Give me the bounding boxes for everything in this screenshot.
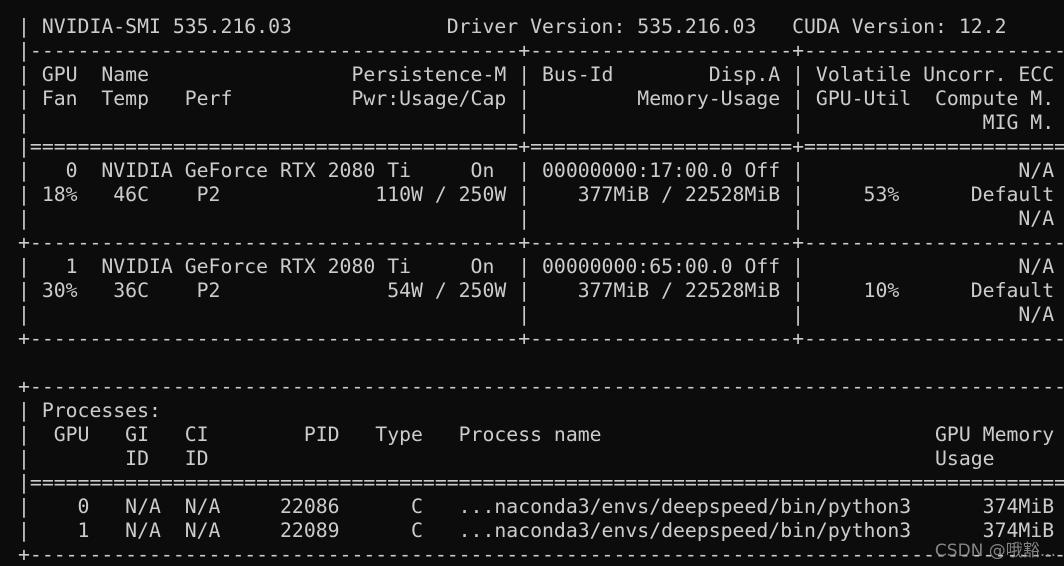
terminal-output[interactable]: | NVIDIA-SMI 535.216.03 Driver Version: …	[18, 15, 1064, 566]
processes-double-separator: |=======================================…	[18, 471, 1064, 494]
process-row: | 0 N/A N/A 22086 C ...naconda3/envs/dee…	[18, 495, 1064, 518]
smi-header-line: | NVIDIA-SMI 535.216.03 Driver Version: …	[18, 15, 1064, 38]
gpu0-row2: | 18% 46C P2 110W / 250W | 377MiB / 2252…	[18, 183, 1064, 206]
csdn-watermark: CSDN @哦豁...	[934, 541, 1056, 561]
gpu-column-headers-row2: | Fan Temp Perf Pwr:Usage/Cap | Memory-U…	[18, 87, 1064, 110]
gpu0-row1: | 0 NVIDIA GeForce RTX 2080 Ti On | 0000…	[18, 159, 1064, 182]
table-separator: +---------------------------------------…	[18, 231, 1064, 254]
gpu-column-headers-row1: | GPU Name Persistence-M | Bus-Id Disp.A…	[18, 63, 1064, 86]
header-double-separator: |=======================================…	[18, 135, 1064, 158]
process-row: | 1 N/A N/A 22089 C ...naconda3/envs/dee…	[18, 519, 1064, 542]
table-separator: |---------------------------------------…	[18, 39, 1064, 62]
gpu-column-headers-row3: | | | MIG M. |	[18, 111, 1064, 134]
table-separator: +---------------------------------------…	[18, 327, 1064, 350]
processes-top-border: +---------------------------------------…	[18, 375, 1064, 398]
processes-column-headers-row2: | ID ID Usage |	[18, 447, 1064, 470]
processes-title: | Processes: |	[18, 399, 1064, 422]
gpu1-row1: | 1 NVIDIA GeForce RTX 2080 Ti On | 0000…	[18, 255, 1064, 278]
processes-bottom-border: +---------------------------------------…	[18, 543, 1064, 566]
gpu0-row3: | | | N/A |	[18, 207, 1064, 230]
gpu1-row2: | 30% 36C P2 54W / 250W | 377MiB / 22528…	[18, 279, 1064, 302]
gpu1-row3: | | | N/A |	[18, 303, 1064, 326]
processes-column-headers-row1: | GPU GI CI PID Type Process name GPU Me…	[18, 423, 1064, 446]
